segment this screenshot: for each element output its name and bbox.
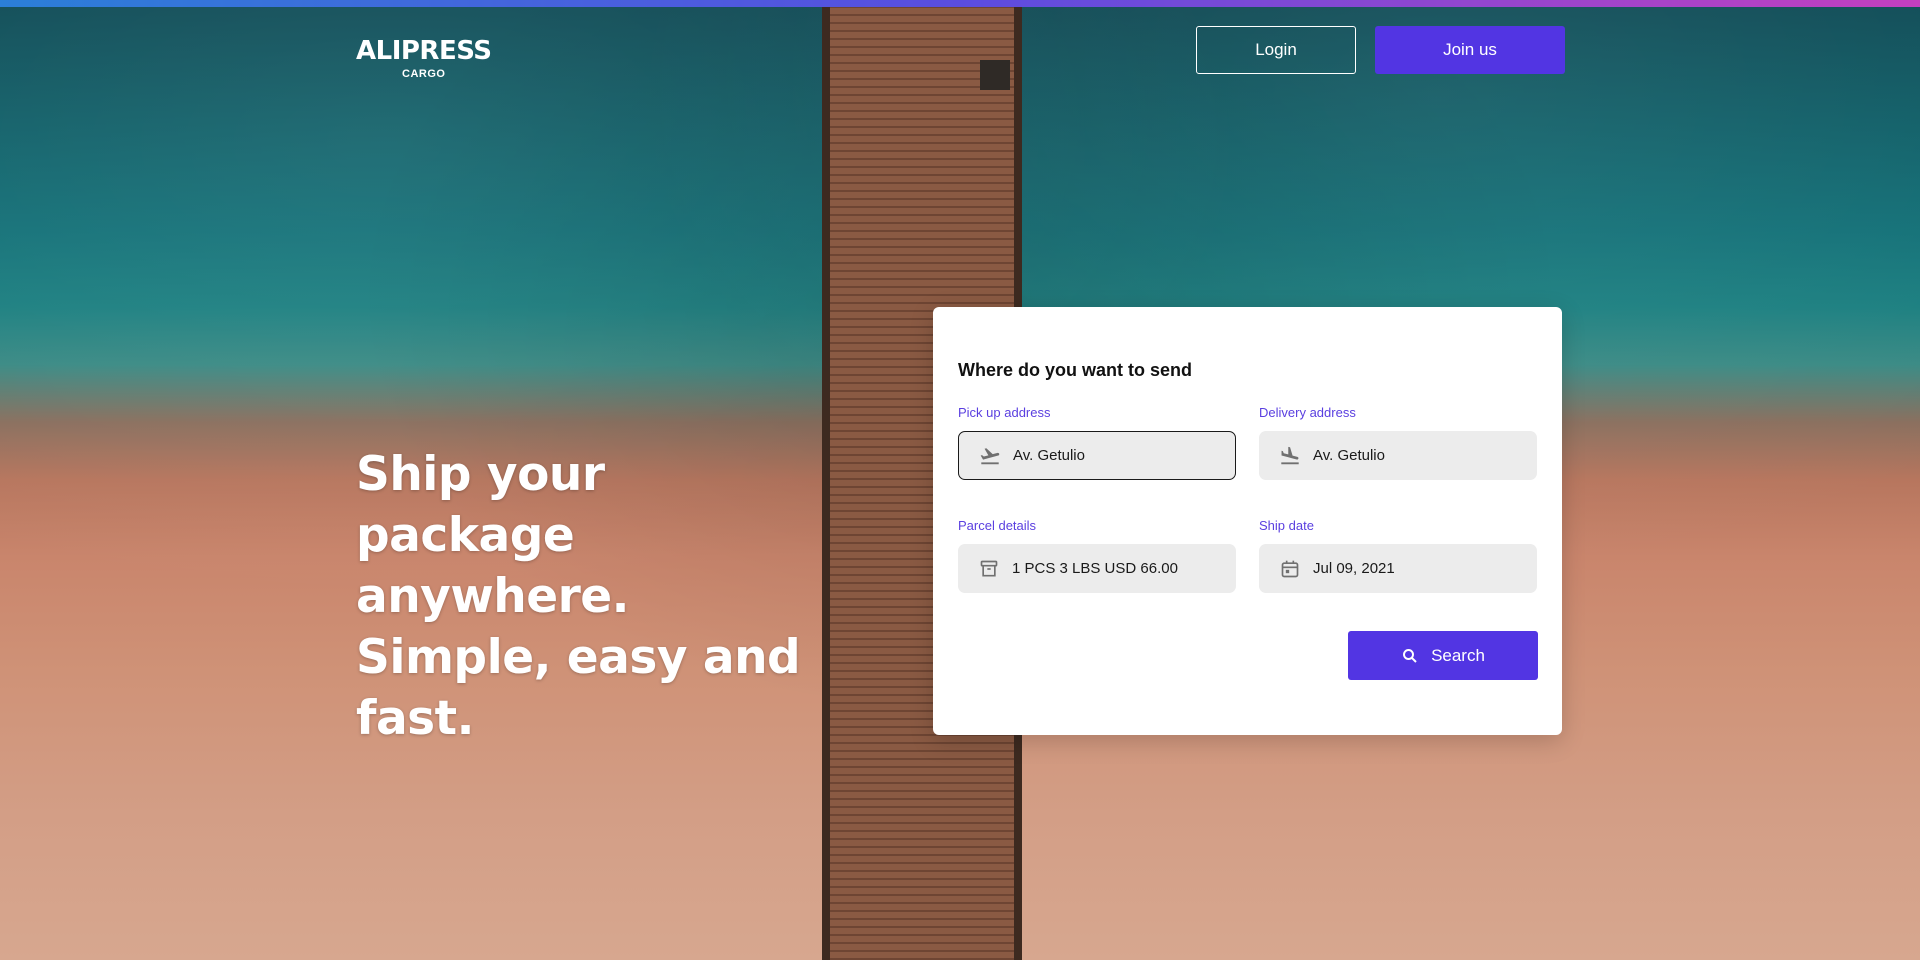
search-button-label: Search [1431,645,1485,665]
plane-takeoff-icon [979,445,1001,467]
ship-date-value: Jul 09, 2021 [1313,560,1395,577]
search-card: Where do you want to send Pick up addres… [933,307,1562,735]
delivery-value: Av. Getulio [1313,447,1385,464]
archive-box-icon [978,558,1000,580]
calendar-icon [1279,558,1301,580]
plane-landing-icon [1279,445,1301,467]
ship-date-input[interactable]: Jul 09, 2021 [1259,544,1537,593]
join-us-button[interactable]: Join us [1375,26,1565,74]
delivery-label: Delivery address [1259,405,1356,420]
ship-date-label: Ship date [1259,518,1314,533]
search-button[interactable]: Search [1348,631,1538,680]
delivery-address-input[interactable]: Av. Getulio [1259,431,1537,480]
pickup-address-input[interactable]: Av. Getulio [958,431,1236,480]
logo-wordmark: ALIPRESS [356,36,492,66]
hero-headline: Ship your package anywhere. Simple, easy… [356,447,801,746]
pickup-label: Pick up address [958,405,1051,420]
login-button[interactable]: Login [1196,26,1356,74]
logo[interactable]: ALIPRESS CARGO [356,36,492,80]
pickup-value: Av. Getulio [1013,447,1085,464]
landing-page: ALIPRESS CARGO Login Join us Ship your p… [0,0,1920,960]
parcel-value: 1 PCS 3 LBS USD 66.00 [1012,560,1178,577]
parcel-details-input[interactable]: 1 PCS 3 LBS USD 66.00 [958,544,1236,593]
search-icon [1401,647,1419,665]
parcel-label: Parcel details [958,518,1037,533]
logo-subtitle: CARGO [402,68,446,80]
pier-post-image [980,60,1010,90]
search-card-title: Where do you want to send [958,360,1193,380]
top-gradient-bar [0,0,1920,7]
